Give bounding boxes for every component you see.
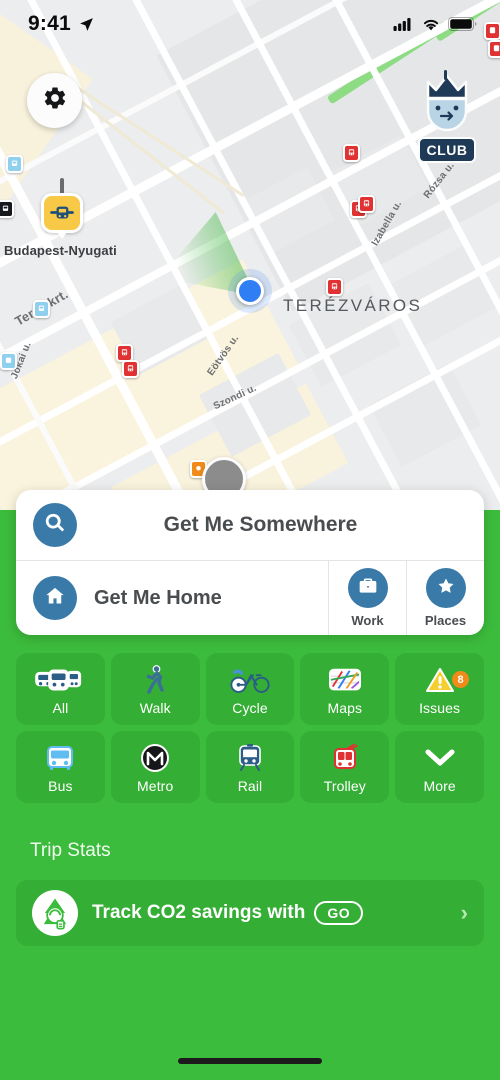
places-icon-circle[interactable] — [425, 568, 466, 608]
tram-stop-marker[interactable] — [122, 360, 139, 378]
wifi-icon — [421, 17, 441, 32]
work-shortcut-button[interactable]: Work — [328, 561, 406, 635]
location-arrow-icon — [78, 16, 95, 33]
mode-label: Trolley — [323, 777, 366, 794]
mode-tile-cycle[interactable]: Cycle — [205, 653, 295, 725]
battery-full-icon — [448, 17, 478, 31]
go-badge: GO — [314, 901, 364, 925]
mode-tile-maps[interactable]: Maps — [300, 653, 390, 725]
mode-tile-all[interactable]: All — [16, 653, 105, 725]
mode-tile-trolley[interactable]: Trolley — [300, 731, 390, 803]
bicycle-icon — [228, 663, 272, 697]
map-canvas[interactable]: Teréz krt. Jókai u. Eötvös u. Szondi u. … — [0, 0, 500, 510]
issues-badge: 8 — [452, 671, 469, 688]
mode-label: Rail — [237, 777, 263, 794]
mode-label: More — [423, 777, 456, 794]
search-icon — [44, 512, 66, 539]
mode-label: Issues — [419, 699, 461, 716]
rail-station-marker[interactable] — [41, 193, 83, 239]
mode-label: Cycle — [232, 699, 268, 716]
app-screen: Teréz krt. Jókai u. Eötvös u. Szondi u. … — [0, 0, 500, 1080]
places-shortcut-button[interactable]: Places — [406, 561, 484, 635]
tram-stop-marker[interactable] — [358, 195, 375, 213]
eco-tree-icon — [32, 890, 78, 936]
home-icon — [44, 585, 66, 612]
mode-label: Bus — [48, 777, 73, 794]
train-icon — [237, 741, 263, 775]
club-label: CLUB — [418, 137, 476, 163]
bus-icon — [46, 741, 74, 775]
mode-label: All — [52, 699, 69, 716]
gear-icon — [42, 85, 68, 116]
mode-label: Walk — [139, 699, 171, 716]
transport-mode-grid: All Walk Cycle Maps 8 Issues Bus Metro R… — [16, 653, 484, 803]
metro-m-icon — [140, 741, 170, 775]
search-icon-circle[interactable] — [33, 503, 77, 547]
settings-button[interactable] — [27, 73, 82, 128]
rail-stop-marker[interactable] — [0, 200, 14, 218]
mode-tile-bus[interactable]: Bus — [16, 731, 105, 803]
club-marker[interactable]: CLUB — [414, 68, 480, 163]
tram-stop-marker[interactable] — [0, 352, 17, 370]
current-location-dot[interactable] — [236, 277, 264, 305]
mode-tile-walk[interactable]: Walk — [110, 653, 200, 725]
card-bottom-row: Get Me Home Work Places — [16, 561, 484, 635]
chevron-down-icon — [425, 741, 455, 775]
co2-savings-label: Track CO2 savings with — [92, 902, 306, 923]
mode-tile-metro[interactable]: Metro — [110, 731, 200, 803]
trolleybus-icon — [331, 741, 359, 775]
map-block — [388, 242, 500, 348]
places-label: Places — [424, 613, 467, 628]
status-bar-left: 9:41 — [28, 12, 95, 36]
co2-savings-row[interactable]: Track CO2 savings with GO › — [16, 880, 484, 946]
warning-triangle-icon — [425, 663, 455, 697]
mode-tile-rail[interactable]: Rail — [205, 731, 295, 803]
get-me-somewhere-row[interactable]: Get Me Somewhere — [16, 490, 484, 560]
work-icon-circle[interactable] — [347, 568, 388, 608]
work-label: Work — [351, 613, 384, 628]
get-me-home-label: Get Me Home — [94, 586, 222, 609]
tram-stop-marker[interactable] — [33, 300, 50, 318]
home-indicator[interactable] — [178, 1058, 322, 1064]
mode-tile-issues[interactable]: 8 Issues — [395, 653, 484, 725]
mode-tile-more[interactable]: More — [395, 731, 484, 803]
get-me-home-button[interactable]: Get Me Home — [16, 561, 328, 635]
tram-stop-marker[interactable] — [326, 278, 343, 296]
briefcase-icon — [358, 576, 378, 601]
co2-savings-text-group: Track CO2 savings with GO — [92, 901, 447, 925]
tram-stop-marker[interactable] — [343, 144, 360, 162]
mode-label: Metro — [137, 777, 174, 794]
get-me-somewhere-label: Get Me Somewhere — [163, 513, 358, 536]
bus-stop-marker[interactable] — [6, 155, 23, 173]
walking-person-icon — [143, 663, 167, 697]
status-bar: 9:41 — [0, 0, 500, 48]
trip-stats-title: Trip Stats — [30, 840, 111, 861]
mode-label: Maps — [327, 699, 363, 716]
multi-transit-icon — [35, 663, 85, 697]
star-icon — [436, 576, 456, 601]
status-bar-right — [393, 17, 478, 32]
status-time: 9:41 — [28, 12, 71, 35]
folded-map-icon — [328, 663, 361, 697]
chevron-right-icon: › — [460, 900, 468, 925]
home-icon-circle[interactable] — [33, 576, 77, 620]
cellular-signal-icon — [393, 17, 414, 31]
search-card: Get Me Somewhere Get Me Home Work Places — [16, 490, 484, 635]
